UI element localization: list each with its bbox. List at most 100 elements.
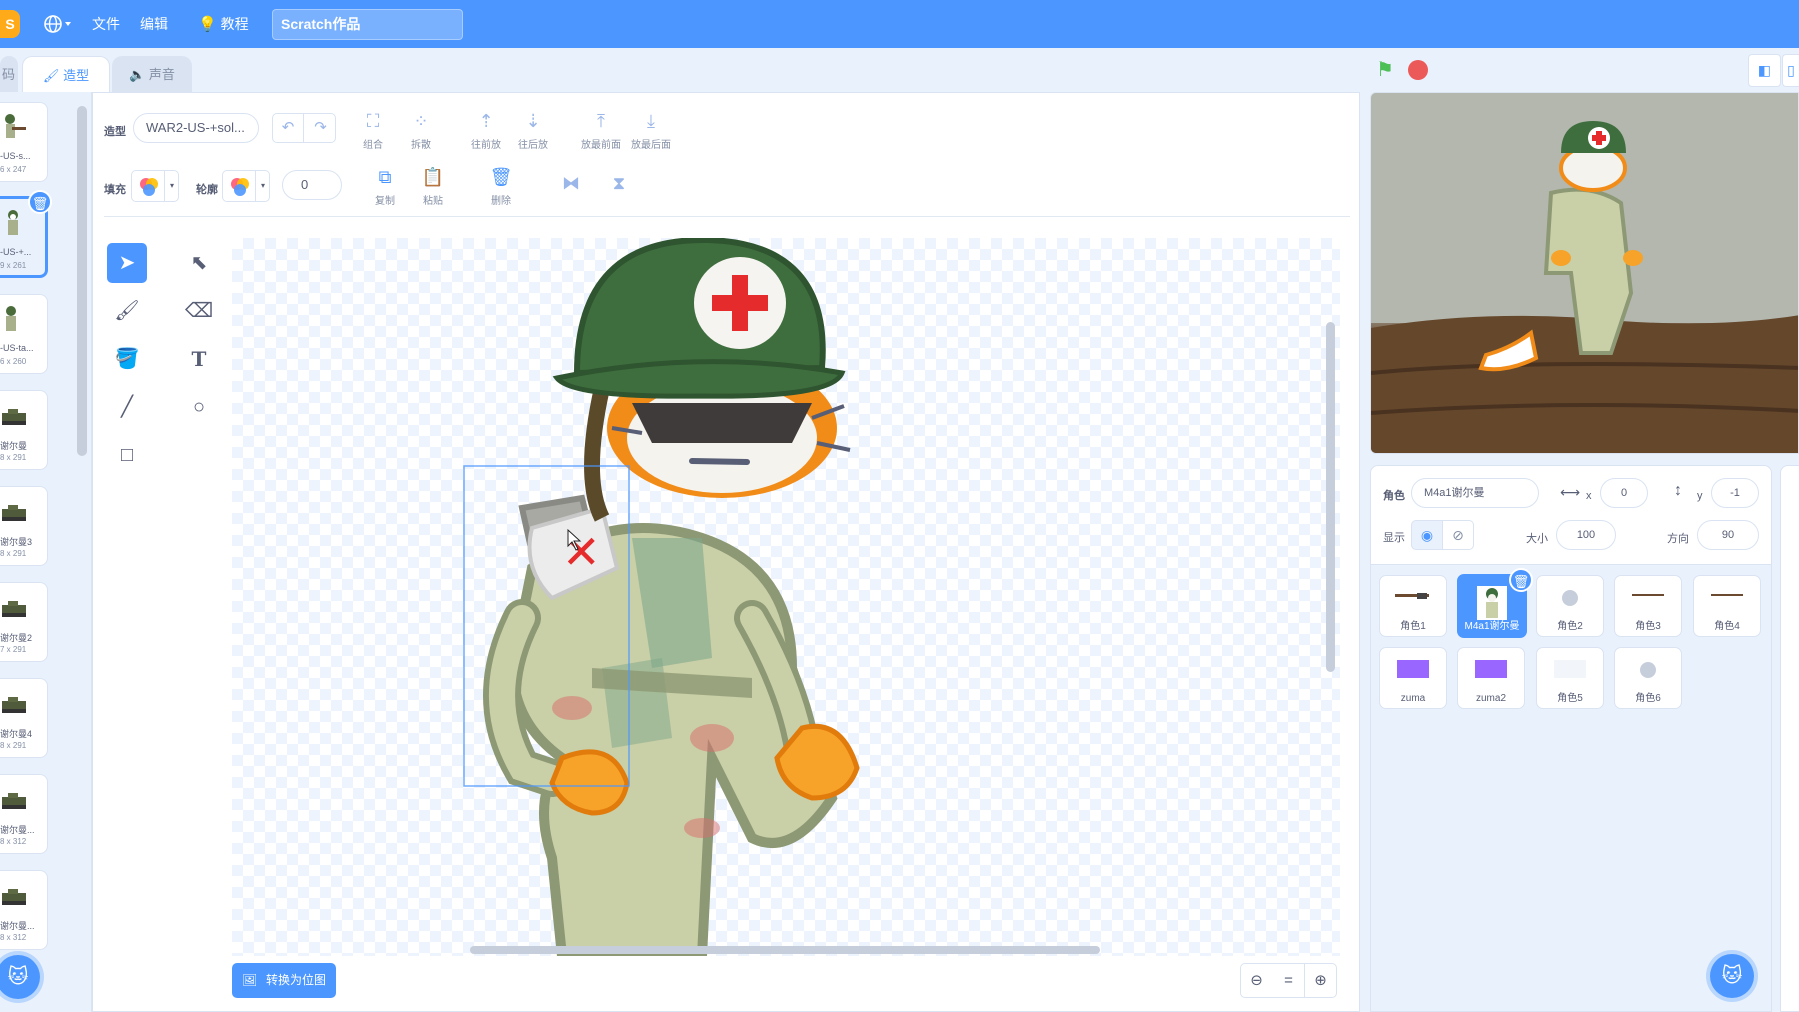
delete-sprite-button[interactable]: 🗑 [1509,568,1533,592]
flip-horizontal-button[interactable]: ⧓ [550,172,592,198]
file-menu[interactable]: 文件 [92,0,120,48]
y-input[interactable]: -1 [1711,478,1759,508]
canvas-horizontal-scrollbar[interactable] [470,946,1100,954]
rectangle-tool[interactable]: □ [107,435,147,475]
x-input[interactable]: 0 [1600,478,1648,508]
tab-costumes[interactable]: 🖌 造型 [22,56,110,93]
scrollbar-thumb[interactable] [77,106,87,456]
convert-to-bitmap-button[interactable]: 🖼 转换为位图 [232,963,336,998]
costume-item[interactable]: 谢尔曼 8 x 291 [0,390,48,470]
brush-tool[interactable]: 🖌 [107,291,147,331]
sprite-name-input[interactable]: M4a1谢尔曼 [1411,478,1539,508]
undo-icon[interactable]: ↶ [273,114,304,142]
back-button[interactable]: ⤓ 放最后面 [628,110,674,151]
text-tool[interactable]: T [179,339,219,379]
flip-vertical-button[interactable]: ⧗ [598,172,640,198]
edit-menu[interactable]: 编辑 [140,0,168,48]
outline-color-picker[interactable]: ▾ [222,170,270,202]
circle-icon: ○ [192,396,206,418]
language-menu[interactable] [42,0,72,48]
sprite-item[interactable]: zuma2 [1457,647,1525,709]
scratch-logo[interactable]: S [0,10,20,38]
show-sprite-button[interactable]: ◉ [1411,520,1443,550]
zoom-out-button[interactable]: ⊖ [1240,963,1273,998]
color-wheel-icon [140,178,158,196]
sprite-item[interactable]: 角色5 [1536,647,1604,709]
line-thumbnail [1711,594,1743,596]
zoom-reset-button[interactable]: = [1272,963,1305,998]
tab-code[interactable]: 码 [0,56,18,93]
reshape-tool[interactable]: ⬉ [179,243,219,283]
project-title-input[interactable]: Scratch作品 [272,9,463,40]
costume-item[interactable]: 谢尔曼2 7 x 291 [0,582,48,662]
fill-tool[interactable]: 🪣 [107,339,147,379]
front-button[interactable]: ⤒ 放最前面 [578,110,624,151]
tab-costumes-label: 造型 [63,68,90,83]
costume-thumbnail [8,210,18,235]
costume-item[interactable]: 谢尔曼4 8 x 291 [0,678,48,758]
sprite-item[interactable]: 角色3 [1614,575,1682,637]
costume-size: 8 x 312 [0,933,27,942]
stop-button[interactable] [1408,60,1428,80]
costume-item[interactable]: 谢尔曼... 8 x 312 [0,870,48,950]
sprite-name: zuma2 [1475,693,1506,704]
choose-sprite-button[interactable]: 🐱 [1710,954,1754,998]
costume-size: 6 x 247 [0,165,27,174]
hide-sprite-button[interactable]: ⊘ [1442,520,1474,550]
sprite-item[interactable]: 角色1 [1379,575,1447,637]
green-flag-button[interactable]: ⚑ [1376,60,1396,80]
tab-sounds[interactable]: 🔈 声音 [112,56,192,93]
direction-input[interactable]: 90 [1697,520,1759,550]
flag-icon: ⚑ [1376,59,1394,81]
costume-name-input[interactable]: WAR2-US-+sol... [133,113,259,143]
outline-width-input[interactable]: 0 [282,170,342,200]
select-tool[interactable]: ➤ [107,243,147,283]
sprite-name: 角色6 [1635,693,1661,704]
costume-item[interactable]: -US-s... 6 x 247 [0,102,48,182]
copy-button[interactable]: ⧉ 复制 [364,166,406,207]
purple-rect-thumbnail [1397,660,1429,678]
small-stage-button[interactable]: ◧ [1748,54,1781,87]
y-label: y [1697,490,1703,502]
group-button[interactable]: ⛶ 组合 [352,110,394,151]
stage[interactable] [1370,92,1799,454]
costume-item[interactable]: 谢尔曼3 8 x 291 [0,486,48,566]
eraser-icon: ⌫ [184,300,214,322]
delete-costume-button[interactable]: 🗑 [28,190,52,214]
line-tool[interactable]: ╱ [107,387,147,427]
x-arrows-icon: ⟷ [1560,484,1581,500]
tutorials-menu[interactable]: 💡 教程 [198,0,249,48]
costume-item[interactable]: -US-ta... 6 x 260 [0,294,48,374]
lightbulb-icon: 💡 [198,16,217,33]
paint-canvas[interactable]: ✕ [232,238,1340,956]
fill-color-picker[interactable]: ▾ [131,170,179,202]
redo-icon[interactable]: ↷ [305,114,336,142]
ungroup-label: 拆散 [411,140,431,151]
zoom-out-icon: ⊖ [1250,972,1263,989]
costume-list-scrollbar[interactable] [76,96,88,996]
stage-target-panel[interactable] [1780,465,1799,1012]
backward-button[interactable]: ⇣ 往后放 [512,110,554,151]
sprite-item[interactable]: 角色4 [1693,575,1761,637]
sprite-item[interactable]: zuma [1379,647,1447,709]
sprite-item[interactable]: 角色6 [1614,647,1682,709]
paste-button[interactable]: 📋 粘贴 [412,166,454,207]
show-label: 显示 [1383,532,1405,544]
forward-button[interactable]: ⇡ 往前放 [465,110,507,151]
zoom-in-button[interactable]: ⊕ [1304,963,1337,998]
circle-tool[interactable]: ○ [179,387,219,427]
eye-off-icon: ⊘ [1452,527,1464,543]
ungroup-button[interactable]: ⁘ 拆散 [400,110,442,151]
size-input[interactable]: 100 [1556,520,1616,550]
delete-button[interactable]: 🗑 删除 [480,166,522,207]
large-stage-button[interactable]: ▯ [1782,54,1799,87]
sprite-item[interactable]: 角色2 [1536,575,1604,637]
purple-rect-thumbnail [1475,660,1507,678]
tank-thumbnail [2,409,26,425]
costume-size: 6 x 260 [0,357,27,366]
chevron-down-icon: ▾ [164,171,179,201]
canvas-vertical-scrollbar[interactable] [1326,322,1335,672]
brush-icon: 🖌 [42,68,60,83]
eraser-tool[interactable]: ⌫ [179,291,219,331]
costume-item[interactable]: 谢尔曼... 8 x 312 [0,774,48,854]
